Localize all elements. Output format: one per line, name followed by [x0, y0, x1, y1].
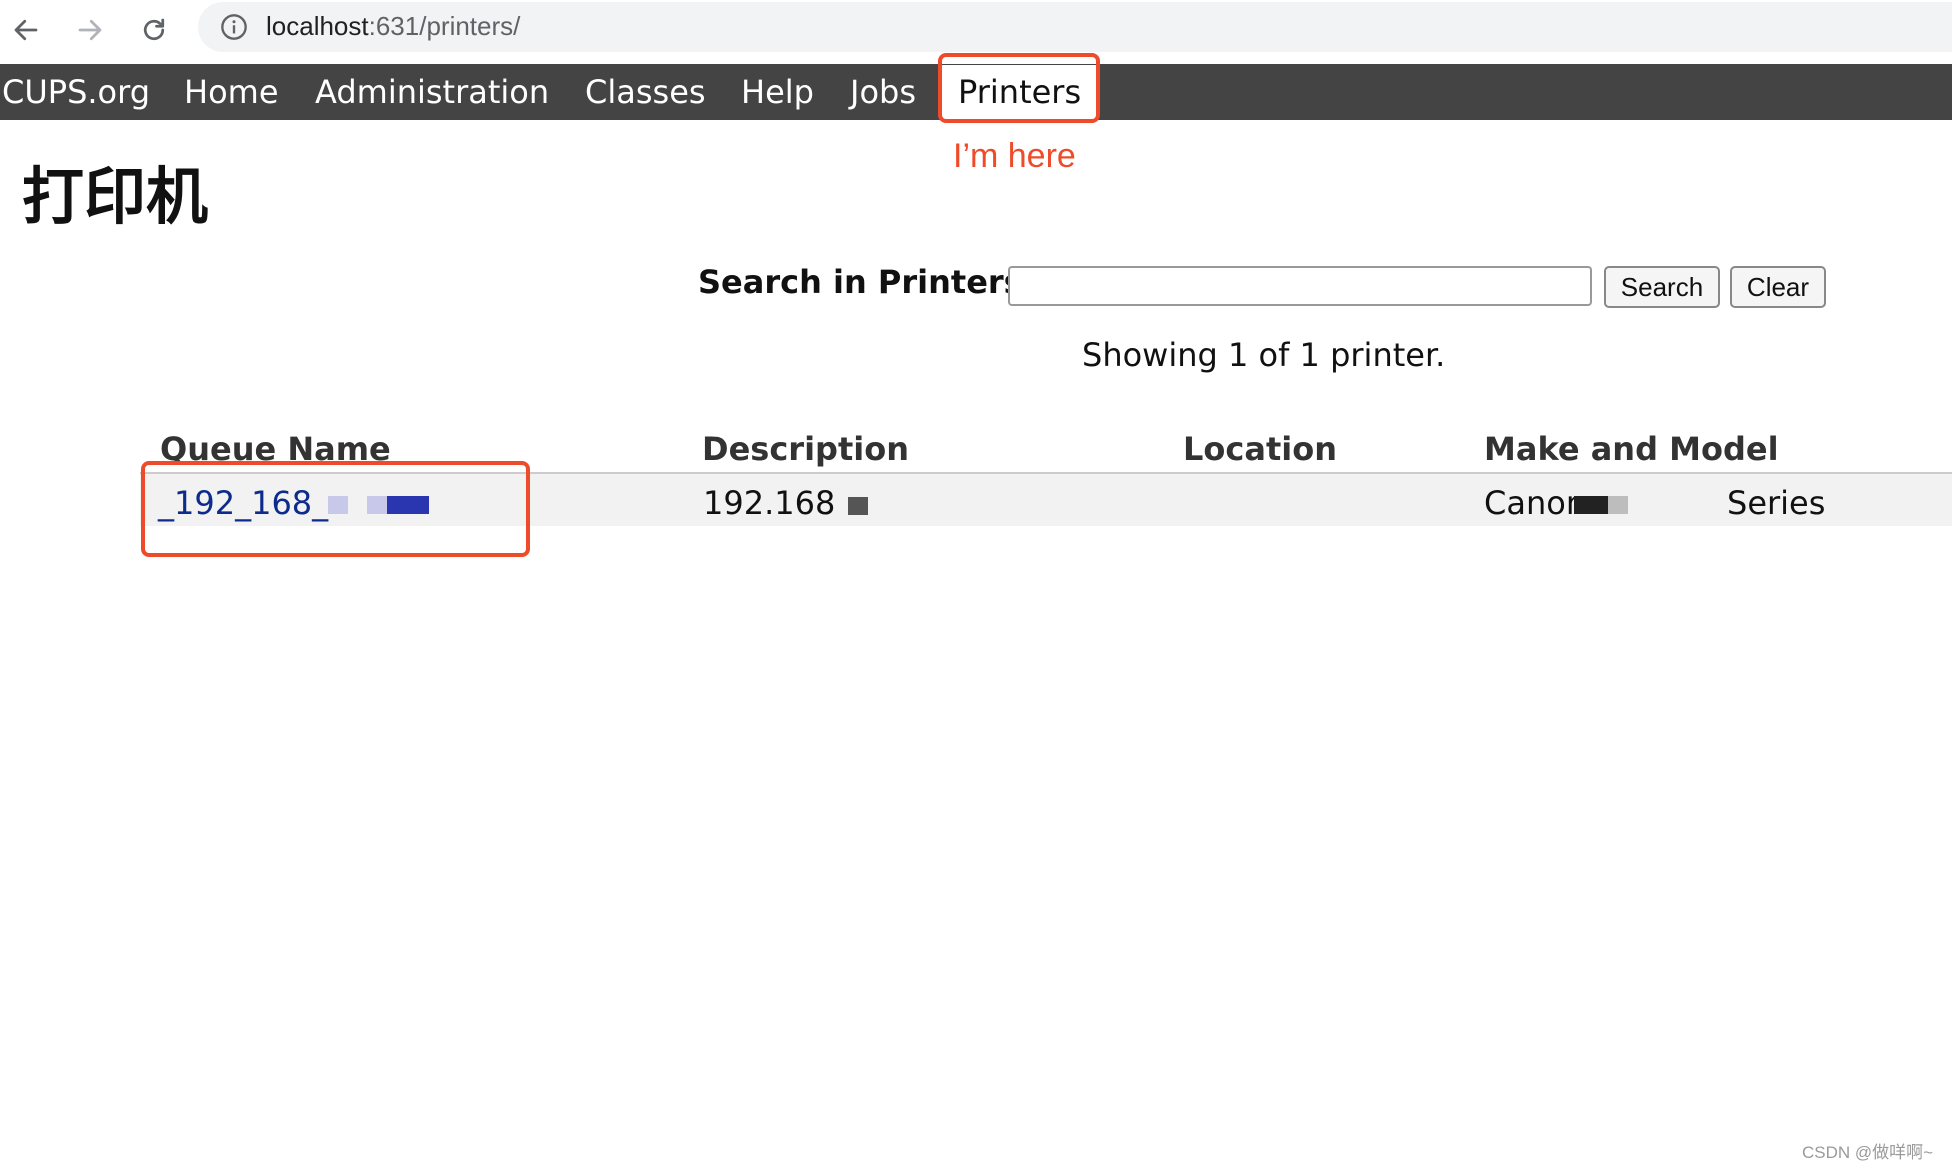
url-path: :631/printers/ [368, 11, 521, 41]
make-model-prefix: Canon [1484, 484, 1587, 522]
url-host: localhost [266, 11, 369, 41]
back-button[interactable] [2, 6, 50, 54]
forward-arrow-icon [78, 19, 102, 41]
tab-jobs[interactable]: Jobs [850, 64, 916, 120]
description-cell: 192.168 [703, 484, 836, 522]
column-header-make-and-model: Make and Model [1484, 430, 1779, 468]
page-title: 打印机 [22, 160, 209, 233]
reload-icon [143, 18, 165, 41]
printers-tab-highlight-box [938, 53, 1100, 123]
column-header-description: Description [702, 430, 909, 468]
tab-cups-org[interactable]: CUPS.org [2, 64, 150, 120]
queue-name-highlight-box [141, 461, 530, 557]
address-bar[interactable]: localhost:631/printers/ [198, 2, 1952, 52]
redaction-mask [1574, 496, 1608, 514]
annotation-text: I’m here [953, 137, 1076, 175]
column-header-location: Location [1183, 430, 1337, 468]
info-icon[interactable] [220, 13, 248, 41]
forward-button[interactable] [66, 6, 114, 54]
tab-administration[interactable]: Administration [315, 64, 549, 120]
search-label: Search in Printers: [698, 263, 1036, 301]
tab-home[interactable]: Home [184, 64, 279, 120]
reload-button[interactable] [130, 6, 178, 54]
url-text[interactable]: localhost:631/printers/ [266, 11, 520, 42]
tab-help[interactable]: Help [741, 64, 814, 120]
results-count: Showing 1 of 1 printer. [1082, 336, 1446, 374]
redaction-mask [848, 497, 868, 515]
back-arrow-icon [14, 19, 38, 41]
clear-button[interactable]: Clear [1730, 266, 1826, 308]
search-button[interactable]: Search [1604, 266, 1720, 308]
make-model-suffix: Series [1727, 484, 1826, 522]
search-input[interactable] [1008, 266, 1592, 306]
watermark: CSDN @做咩啊~ [1802, 1143, 1934, 1162]
redaction-mask [1608, 496, 1628, 514]
tab-classes[interactable]: Classes [585, 64, 706, 120]
